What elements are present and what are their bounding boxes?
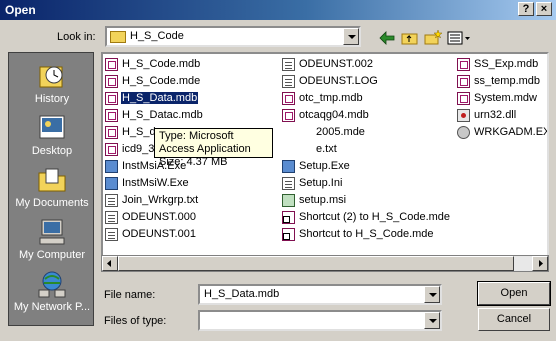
chevron-down-icon[interactable] [424, 286, 440, 303]
file-name: H_S_d [122, 126, 156, 138]
place-my-network-label: My Network P... [13, 301, 91, 313]
setup-icon [282, 160, 295, 173]
open-dialog: Open ? × Look in: H_S_Code History Deskt… [0, 0, 556, 341]
file-name: setup.msi [299, 194, 347, 206]
chevron-left-icon [107, 260, 111, 267]
tooltip-size: Size: 4.37 MB [159, 156, 228, 168]
msi-file-icon [282, 194, 295, 207]
file-name: WRKGADM.EXE [474, 126, 547, 138]
lookin-label: Look in: [57, 31, 96, 43]
place-my-documents[interactable]: My Documents [9, 165, 95, 209]
place-my-network[interactable]: My Network P... [9, 269, 95, 313]
gear-icon [457, 126, 470, 139]
scroll-left-button[interactable] [102, 256, 118, 271]
scroll-right-button[interactable] [532, 256, 548, 271]
file-name: 2005.mde [316, 126, 365, 138]
chevron-down-icon[interactable] [424, 312, 440, 329]
place-desktop-label: Desktop [31, 145, 73, 157]
file-name: H_S_Datac.mdb [122, 109, 203, 121]
file-name: System.mdw [474, 92, 537, 104]
file-name: Shortcut (2) to H_S_Code.mde [299, 211, 451, 223]
file-name: H_S_Data.mdb [121, 92, 199, 104]
file-name: ODEUNST.000 [122, 211, 196, 223]
chevron-down-icon[interactable] [343, 28, 359, 45]
access-file-icon [105, 58, 118, 71]
access-file-icon [282, 109, 295, 122]
file-name: Shortcut to H_S_Code.mde [299, 228, 434, 240]
access-file-icon [105, 75, 118, 88]
access-file-icon [105, 143, 118, 156]
chevron-right-icon [539, 260, 543, 267]
new-folder-icon[interactable] [423, 29, 443, 47]
access-file-icon [105, 92, 118, 105]
back-arrow-icon[interactable] [377, 29, 397, 47]
file-name: icd9_3 [122, 143, 155, 155]
file-name: SS_Exp.mdb [474, 58, 539, 70]
file-icon [282, 58, 295, 71]
up-folder-icon[interactable] [400, 29, 420, 47]
filename-input[interactable]: H_S_Data.mdb [198, 284, 442, 305]
file-name: ODEUNST.LOG [299, 75, 378, 87]
place-history[interactable]: History [9, 61, 95, 105]
installer-icon [105, 160, 118, 173]
place-my-documents-label: My Documents [15, 197, 89, 209]
scroll-thumb[interactable] [118, 256, 514, 271]
filename-value: H_S_Data.mdb [204, 288, 280, 300]
access-file-icon [282, 92, 295, 105]
my-documents-icon [36, 165, 68, 195]
my-computer-icon [36, 217, 68, 247]
file-name: e.txt [316, 143, 337, 155]
place-history-label: History [34, 93, 70, 105]
title-bar: Open ? × [0, 0, 556, 20]
file-name: ODEUNST.002 [299, 58, 373, 70]
file-name: Join_Wrkgrp.txt [122, 194, 199, 206]
lookin-combo[interactable]: H_S_Code [105, 26, 361, 47]
tooltip-type: Type: Microsoft Access Application [159, 130, 251, 155]
installer-icon [105, 177, 118, 190]
desktop-icon [36, 113, 68, 143]
ini-file-icon [282, 177, 295, 190]
dll-file-icon [457, 109, 470, 122]
file-icon [105, 228, 118, 241]
file-name: InstMsiW.Exe [122, 177, 189, 189]
file-name: ODEUNST.001 [122, 228, 196, 240]
file-name: Setup.Ini [299, 177, 343, 189]
place-my-computer[interactable]: My Computer [9, 217, 95, 261]
places-bar: History Desktop My Documents My Computer… [8, 52, 94, 326]
file-icon [105, 211, 118, 224]
shortcut-icon [282, 211, 295, 224]
filename-label: File name: [104, 289, 156, 301]
horizontal-scrollbar[interactable] [101, 255, 549, 272]
lookin-value: H_S_Code [130, 30, 184, 42]
access-file-icon [457, 58, 470, 71]
history-icon [36, 61, 68, 91]
close-button[interactable]: × [536, 2, 552, 16]
file-name: urn32.dll [474, 109, 517, 121]
file-name: ss_temp.mdb [474, 75, 541, 87]
folder-icon [110, 31, 126, 43]
text-file-icon [105, 194, 118, 207]
shortcut-icon [282, 228, 295, 241]
my-network-icon [36, 269, 68, 299]
help-button[interactable]: ? [518, 2, 534, 16]
filetype-select[interactable] [198, 310, 442, 331]
access-file-icon [105, 126, 118, 139]
access-file-icon [457, 75, 470, 88]
file-name: H_S_Code.mde [122, 75, 201, 87]
access-file-icon [457, 92, 470, 105]
cancel-button[interactable]: Cancel [478, 308, 550, 331]
file-name: otcaqg04.mdb [299, 109, 369, 121]
filetype-label: Files of type: [104, 315, 167, 327]
text-file-icon [282, 75, 295, 88]
open-button[interactable]: Open [477, 281, 551, 306]
file-name: H_S_Code.mdb [122, 58, 201, 70]
window-title: Open [5, 3, 36, 17]
place-my-computer-label: My Computer [18, 249, 86, 261]
access-file-icon [105, 109, 118, 122]
file-name: otc_tmp.mdb [299, 92, 363, 104]
place-desktop[interactable]: Desktop [9, 113, 95, 157]
view-menu-icon[interactable] [446, 29, 472, 47]
file-tooltip: Type: Microsoft Access Application Size:… [154, 128, 273, 168]
file-name: Setup.Exe [299, 160, 350, 172]
